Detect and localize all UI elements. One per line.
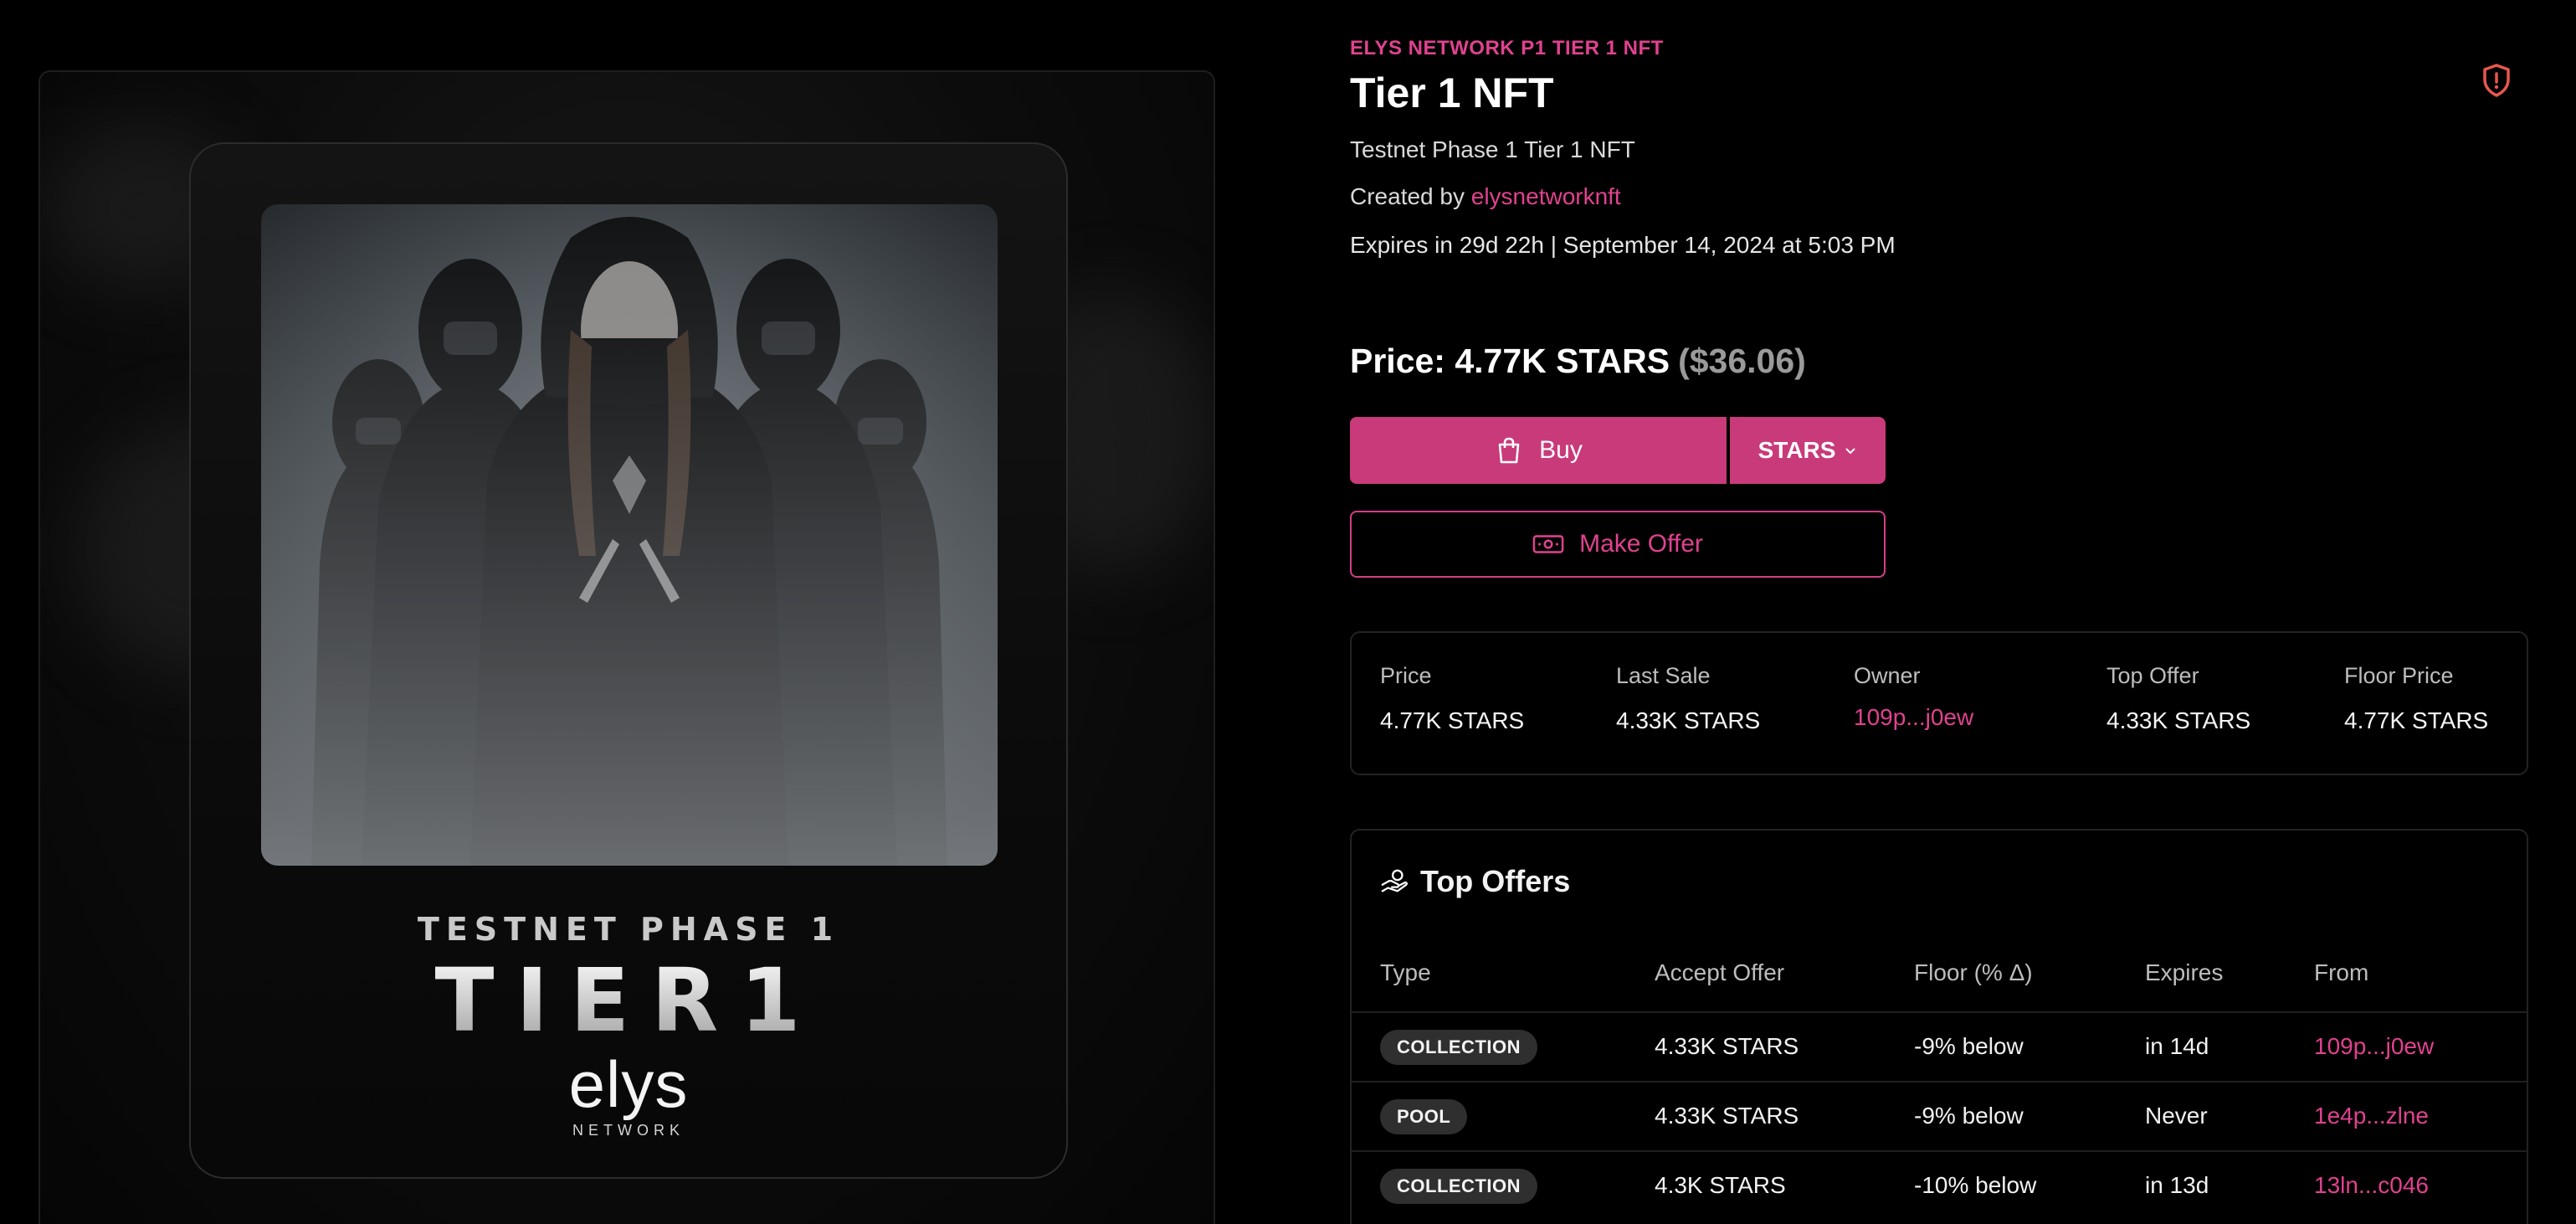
nft-description: Testnet Phase 1 Tier 1 NFT — [1350, 136, 1635, 162]
report-button[interactable] — [2480, 62, 2513, 99]
stat-price: Price 4.77K STARS — [1380, 663, 1524, 734]
chevron-down-icon — [1845, 448, 1856, 455]
stat-label: Top Offer — [2106, 663, 2199, 688]
offer-floor-delta: -9% below — [1914, 1103, 2024, 1129]
stat-label: Floor Price — [2344, 663, 2454, 688]
top-offers-panel: Top Offers Type Accept Offer Floor (% Δ)… — [1350, 829, 2528, 1224]
offer-expires: in 14d — [2145, 1033, 2209, 1059]
buy-label: Buy — [1539, 436, 1583, 464]
shield-alert-icon — [2483, 64, 2510, 97]
offer-type-badge: POOL — [1380, 1099, 1468, 1134]
artwork-brand-logo: elys — [568, 1047, 689, 1121]
stat-label: Last Sale — [1616, 663, 1711, 688]
page-title: Tier 1 NFT — [1350, 69, 1554, 116]
offer-from-link[interactable]: 109p...j0ew — [2314, 1033, 2434, 1060]
shopping-bag-icon — [1498, 437, 1520, 464]
cash-icon — [1532, 535, 1564, 553]
offer-amount: 4.33K STARS — [1655, 1033, 1799, 1059]
price-usd: ($36.06) — [1678, 342, 1806, 380]
stat-label: Price — [1380, 663, 1432, 688]
stat-floor-price: Floor Price 4.77K STARS — [2344, 663, 2488, 734]
stat-value: 4.77K STARS — [2344, 707, 2489, 733]
nft-card[interactable]: TESTNET PHASE 1 TIER1 elys NETWORK — [189, 142, 1068, 1179]
nft-media-panel: TESTNET PHASE 1 TIER1 elys NETWORK — [38, 70, 1215, 1224]
offer-floor-delta: -9% below — [1914, 1033, 2024, 1059]
stat-value: 4.77K STARS — [1380, 707, 1525, 733]
currency-select[interactable]: STARS — [1730, 417, 1886, 484]
nft-artwork-image — [261, 204, 998, 866]
table-row[interactable]: COLLECTION 4.33K STARS -9% below in 14d … — [1352, 1011, 2527, 1080]
listing-expiry: Expires in 29d 22h | September 14, 2024 … — [1350, 232, 1896, 258]
stat-label: Owner — [1854, 663, 1921, 688]
stat-top-offer: Top Offer 4.33K STARS — [2106, 663, 2250, 734]
column-header-accept-offer[interactable]: Accept Offer — [1655, 959, 1784, 986]
owner-link[interactable]: 109p...j0ew — [1854, 704, 1973, 731]
created-by-label: Created by — [1350, 183, 1465, 209]
offer-expires: Never — [2145, 1103, 2208, 1129]
column-header-type[interactable]: Type — [1380, 959, 1431, 986]
stat-value: 4.33K STARS — [1616, 707, 1761, 733]
stat-last-sale: Last Sale 4.33K STARS — [1616, 663, 1760, 734]
buy-button[interactable]: Buy — [1350, 417, 1727, 484]
artwork-brand-subtitle: NETWORK — [572, 1122, 685, 1139]
offer-type-badge: COLLECTION — [1380, 1169, 1537, 1204]
price-value: Price: 4.77K STARS — [1350, 342, 1670, 380]
currency-label: STARS — [1758, 437, 1836, 463]
offer-expires: in 13d — [2145, 1172, 2209, 1198]
table-row[interactable]: POOL 4.33K STARS -9% below Never 1e4p...… — [1352, 1081, 2527, 1149]
stat-value: 4.33K STARS — [2106, 707, 2251, 733]
column-header-floor[interactable]: Floor (% Δ) — [1914, 959, 2033, 986]
hooded-figures-illustration — [261, 204, 998, 866]
price-display: Price: 4.77K STARS ($36.06) — [1350, 342, 1806, 381]
column-header-expires[interactable]: Expires — [2145, 959, 2223, 986]
artwork-tier-text: TIER1 — [191, 949, 1066, 1052]
artwork-phase-text: TESTNET PHASE 1 — [417, 911, 840, 948]
hand-coins-icon — [1381, 869, 1409, 892]
offer-amount: 4.33K STARS — [1655, 1103, 1799, 1129]
offer-floor-delta: -10% below — [1914, 1172, 2037, 1198]
top-offers-header: Top Offers — [1380, 864, 1570, 899]
creator-link[interactable]: elysnetworknft — [1471, 183, 1621, 209]
collection-link[interactable]: ELYS NETWORK P1 TIER 1 NFT — [1350, 37, 1664, 60]
offer-from-link[interactable]: 13ln...c046 — [2314, 1172, 2429, 1199]
offer-type-badge: COLLECTION — [1380, 1030, 1537, 1065]
column-header-from[interactable]: From — [2314, 959, 2368, 986]
table-row[interactable]: COLLECTION 4.3K STARS -10% below in 13d … — [1352, 1150, 2527, 1219]
top-offers-title: Top Offers — [1420, 864, 1571, 898]
stats-summary: Price 4.77K STARS Last Sale 4.33K STARS … — [1350, 631, 2528, 775]
make-offer-button[interactable]: Make Offer — [1350, 511, 1886, 578]
offer-from-link[interactable]: 1e4p...zlne — [2314, 1103, 2429, 1129]
stat-owner: Owner 109p...j0ew — [1854, 663, 1973, 731]
make-offer-label: Make Offer — [1579, 530, 1703, 558]
created-by: Created by elysnetworknft — [1350, 183, 1621, 210]
offer-amount: 4.3K STARS — [1655, 1172, 1786, 1198]
